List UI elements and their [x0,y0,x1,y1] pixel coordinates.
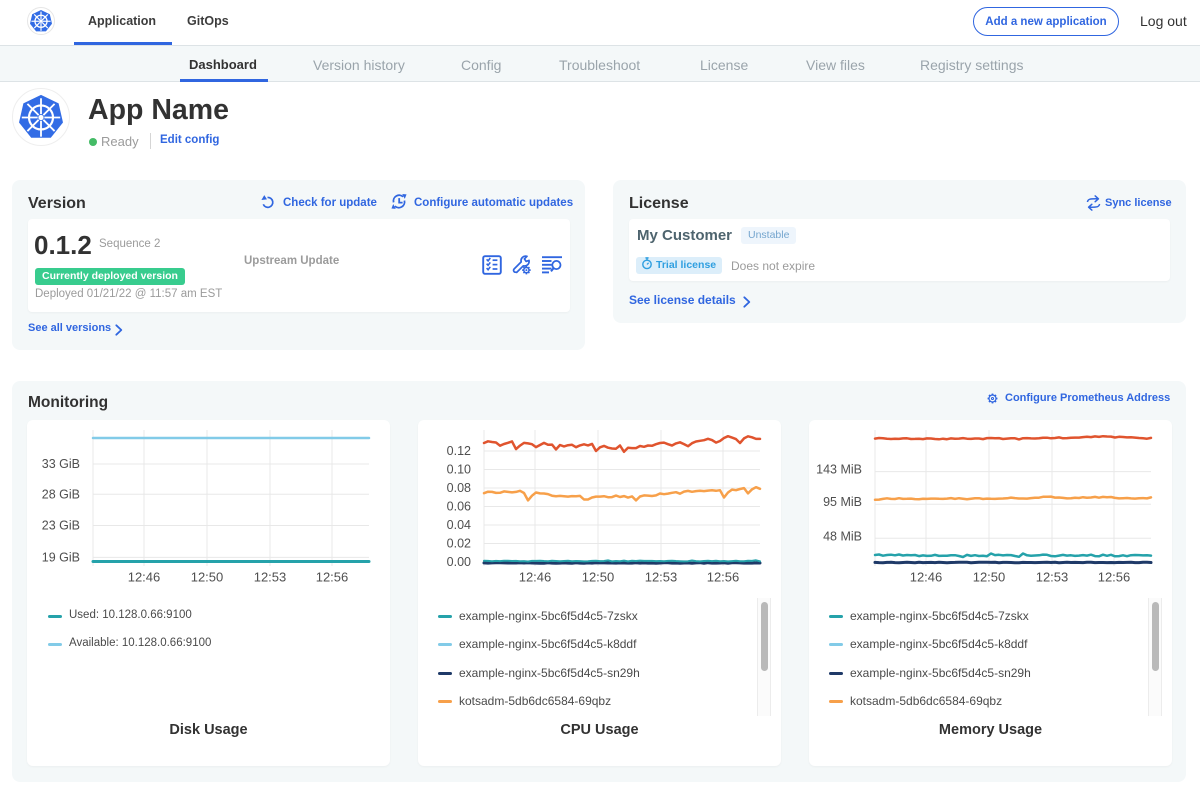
svg-text:23 GiB: 23 GiB [42,519,80,533]
svg-text:12:50: 12:50 [191,570,224,585]
svg-text:95 MiB: 95 MiB [823,495,862,509]
svg-text:12:46: 12:46 [128,570,161,585]
svg-text:0.10: 0.10 [447,463,471,477]
svg-text:12:50: 12:50 [582,570,615,585]
svg-text:12:56: 12:56 [316,570,349,585]
svg-text:0.08: 0.08 [447,481,471,495]
svg-text:12:53: 12:53 [1036,570,1069,585]
svg-text:12:56: 12:56 [1098,570,1131,585]
svg-text:12:53: 12:53 [645,570,678,585]
svg-text:12:53: 12:53 [254,570,287,585]
svg-text:0.02: 0.02 [447,537,471,551]
svg-text:143 MiB: 143 MiB [816,463,862,477]
svg-text:12:46: 12:46 [910,570,943,585]
svg-text:0.00: 0.00 [447,555,471,569]
svg-text:19 GiB: 19 GiB [42,550,80,564]
svg-text:0.04: 0.04 [447,518,471,532]
svg-text:12:50: 12:50 [973,570,1006,585]
svg-text:33 GiB: 33 GiB [42,457,80,471]
svg-text:12:56: 12:56 [707,570,740,585]
svg-text:28 GiB: 28 GiB [42,487,80,501]
svg-text:12:46: 12:46 [519,570,552,585]
svg-text:0.12: 0.12 [447,444,471,458]
svg-text:0.06: 0.06 [447,500,471,514]
svg-text:48 MiB: 48 MiB [823,530,862,544]
